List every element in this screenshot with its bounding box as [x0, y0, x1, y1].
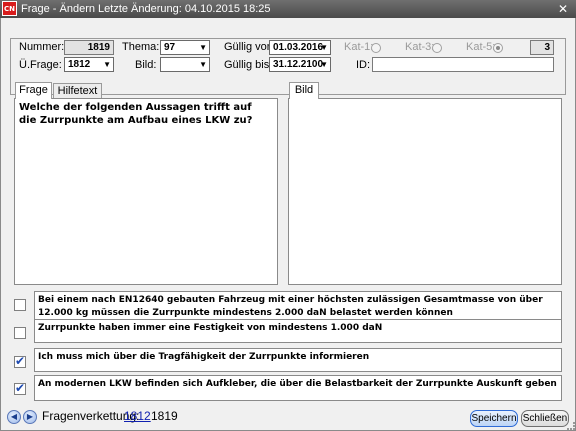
close-icon[interactable]: ✕ — [556, 2, 570, 16]
prev-icon[interactable]: ◀ — [7, 410, 21, 424]
bild-label: Bild: — [135, 59, 157, 71]
answer-text: Ich muss mich über die Tragfähigkeit der… — [38, 352, 370, 362]
gueltig-bis-picker[interactable]: 31.12.2100 ▼ — [269, 57, 331, 72]
answer-field[interactable]: An modernen LKW befinden sich Aufkleber,… — [34, 375, 562, 401]
window-title: Frage - Ändern Letzte Änderung: 04.10.20… — [21, 3, 271, 15]
chevron-down-icon: ▼ — [320, 43, 328, 52]
gueltig-bis-value: 31.12.2100 — [273, 59, 324, 70]
ufrage-label: Ü.Frage: — [19, 59, 62, 71]
id-input[interactable] — [372, 57, 554, 72]
thema-select[interactable]: 97 ▼ — [160, 40, 210, 55]
answer-text: Bei einem nach EN12640 gebauten Fahrzeug… — [38, 295, 543, 318]
tab-frage[interactable]: Frage — [15, 82, 52, 99]
ufrage-value: 1812 — [68, 59, 91, 70]
id-label: ID: — [356, 59, 371, 71]
save-button[interactable]: Speichern — [470, 410, 518, 427]
kat5-label: Kat-5: — [466, 41, 496, 53]
title-bar: CN Frage - Ändern Letzte Änderung: 04.10… — [0, 0, 576, 18]
chain-value: 1819 — [151, 409, 178, 423]
kat1-radio[interactable] — [371, 43, 381, 53]
kat-count-field: 3 — [530, 40, 554, 55]
answer-field[interactable]: Zurrpunkte haben immer eine Festigkeit v… — [34, 319, 562, 343]
tab-hilfetext[interactable]: Hilfetext — [53, 83, 102, 99]
app-logo-icon: CN — [2, 1, 17, 16]
thema-label: Thema: — [122, 41, 160, 53]
kat1-label: Kat-1: — [344, 41, 374, 53]
kat5-radio[interactable] — [493, 43, 503, 53]
thema-value: 97 — [164, 42, 176, 53]
chevron-down-icon: ▼ — [320, 60, 328, 69]
image-panel — [288, 98, 562, 285]
bild-select[interactable]: ▼ — [160, 57, 210, 72]
answer-field[interactable]: Bei einem nach EN12640 gebauten Fahrzeug… — [34, 291, 562, 320]
chain-link[interactable]: 1812 — [124, 409, 151, 423]
answer-text: An modernen LKW befinden sich Aufkleber,… — [38, 379, 557, 389]
gueltig-von-picker[interactable]: 01.03.2016 ▼ — [269, 40, 331, 55]
resize-grip-icon[interactable] — [567, 422, 575, 430]
next-icon[interactable]: ▶ — [23, 410, 37, 424]
ufrage-select[interactable]: 1812 ▼ — [64, 57, 114, 72]
answer-checkbox[interactable] — [14, 354, 26, 368]
chevron-down-icon: ▼ — [103, 60, 111, 69]
kat3-label: Kat-3: — [405, 41, 435, 53]
nummer-label: Nummer: — [19, 41, 65, 53]
chevron-down-icon: ▼ — [199, 60, 207, 69]
gueltig-von-value: 01.03.2016 — [273, 42, 324, 53]
answer-checkbox[interactable] — [14, 299, 26, 311]
close-button[interactable]: Schließen — [521, 410, 569, 427]
gueltig-bis-label: Güllig bis: — [224, 59, 273, 71]
answer-text: Zurrpunkte haben immer eine Festigkeit v… — [38, 323, 383, 333]
question-panel: Welche der folgenden Aussagen trifft auf… — [14, 98, 278, 285]
chevron-down-icon: ▼ — [199, 43, 207, 52]
question-text: Welche der folgenden Aussagen trifft auf… — [19, 102, 253, 126]
answer-checkbox[interactable] — [14, 327, 26, 339]
kat3-radio[interactable] — [432, 43, 442, 53]
answer-checkbox[interactable] — [14, 381, 26, 395]
tab-bild[interactable]: Bild — [289, 82, 319, 99]
nummer-field: 1819 — [64, 40, 114, 55]
answer-field[interactable]: Ich muss mich über die Tragfähigkeit der… — [34, 348, 562, 372]
